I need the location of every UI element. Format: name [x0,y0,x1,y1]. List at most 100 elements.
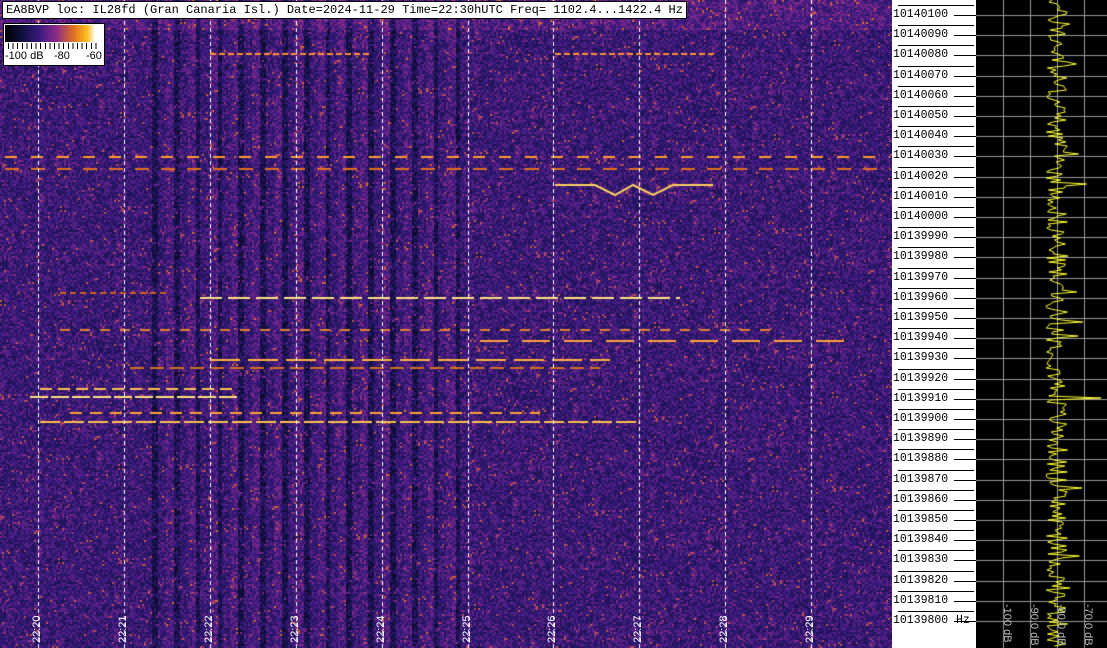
minor-tick [898,65,974,67]
major-tick [954,499,976,501]
grabber-title: EA8BVP loc: IL28fd (Gran Canaria Isl.) D… [2,1,687,19]
time-label: 22:23 [288,615,301,643]
minor-tick [898,328,974,330]
minor-tick [898,85,974,87]
minor-tick [898,186,974,188]
frequency-label: 10139940 [893,331,949,345]
frequency-label: 10139850 [893,513,949,526]
minor-tick [898,287,974,289]
frequency-label: 10139890 [893,432,949,446]
major-tick [954,237,976,239]
minor-tick [898,126,974,128]
minor-tick [898,449,974,451]
scale-label-min: -100 dB [5,50,44,62]
major-tick [954,95,976,97]
frequency-label: 10140090 [893,28,949,42]
major-tick [954,217,976,218]
major-tick [954,318,976,319]
frequency-label: 10139870 [893,472,949,486]
minor-tick [898,388,974,390]
scale-label-max: -60 [86,50,102,62]
frequency-label: 10140070 [893,68,949,82]
frequency-label: 10139960 [893,290,949,304]
minor-tick [898,409,974,410]
scale-label-mid: -80 [54,50,70,62]
level-label: -100 dB [1001,604,1013,643]
frequency-label: 10139950 [893,311,949,324]
major-tick [954,540,976,542]
major-tick [954,297,976,299]
level-label: -80.0 dB [1055,604,1067,646]
level-label: -70.0 dB [1082,604,1094,646]
frequency-label: 10139930 [893,351,949,365]
major-tick [954,55,976,57]
minor-tick [898,45,974,47]
frequency-label: 10140100 [893,8,949,21]
signal-level-panel: -100 dB -90.0 dB -80.0 dB -70.0 dB [976,0,1107,648]
frequency-label: 10139900 [893,412,949,425]
frequency-unit: Hz [956,614,970,627]
frequency-label: 10139840 [893,533,949,547]
major-tick [954,378,976,380]
frequency-label: 10140000 [893,210,949,223]
frequency-label: 10139990 [893,230,949,244]
minor-tick [898,106,974,107]
frequency-label: 10139830 [893,553,949,567]
frequency-axis: 10140100 10140090 10140080 10140070 10140060… [892,0,976,648]
color-scale-ticks [8,43,100,49]
frequency-label: 10140040 [893,129,949,143]
frequency-label: 10139980 [893,250,949,264]
major-tick [954,600,976,602]
minor-tick [898,429,974,431]
frequency-label: 10139810 [893,593,949,607]
minor-tick [898,489,974,491]
major-tick [954,338,976,340]
minor-tick [898,166,974,168]
major-tick [954,560,976,562]
time-label: 22:21 [116,615,129,643]
major-tick [954,15,976,16]
minor-tick [898,227,974,229]
minor-tick [898,368,974,370]
minor-tick [898,308,974,309]
time-label: 22:29 [804,615,817,643]
time-label: 22:25 [460,615,473,643]
minor-tick [898,25,974,27]
major-tick [954,398,976,400]
major-tick [954,156,976,158]
time-label: 22:22 [202,615,215,643]
level-label: -90.0 dB [1028,604,1040,646]
major-tick [954,358,976,360]
frequency-label: 10140010 [893,189,949,203]
major-tick [954,257,976,259]
time-label: 22:20 [31,615,43,643]
frequency-label: 10139800 [893,614,949,627]
frequency-label: 10139860 [893,492,949,506]
frequency-label: 10140080 [893,48,949,62]
frequency-label: 10139820 [893,573,949,587]
major-tick [954,419,976,420]
minor-tick [898,267,974,269]
minor-tick [898,510,974,511]
minor-tick [898,590,974,592]
frequency-label: 10140020 [893,169,949,183]
minor-tick [898,530,974,532]
major-tick [954,176,976,178]
frequency-label: 10140050 [893,109,949,122]
minor-tick [898,469,974,471]
level-trace-plot [976,0,1107,648]
color-gradient [5,25,103,42]
major-tick [954,116,976,117]
time-label: 22:26 [546,615,559,643]
spectrogram-waterfall [0,0,892,648]
major-tick [954,196,976,198]
frequency-label: 10139970 [893,270,949,284]
major-tick [954,136,976,138]
frequency-label: 10139880 [893,452,949,466]
time-label: 22:28 [718,615,731,643]
frequency-label: 10139920 [893,371,949,385]
frequency-label: 10139910 [893,391,949,405]
major-tick [954,520,976,521]
minor-tick [898,247,974,249]
minor-tick [898,570,974,572]
